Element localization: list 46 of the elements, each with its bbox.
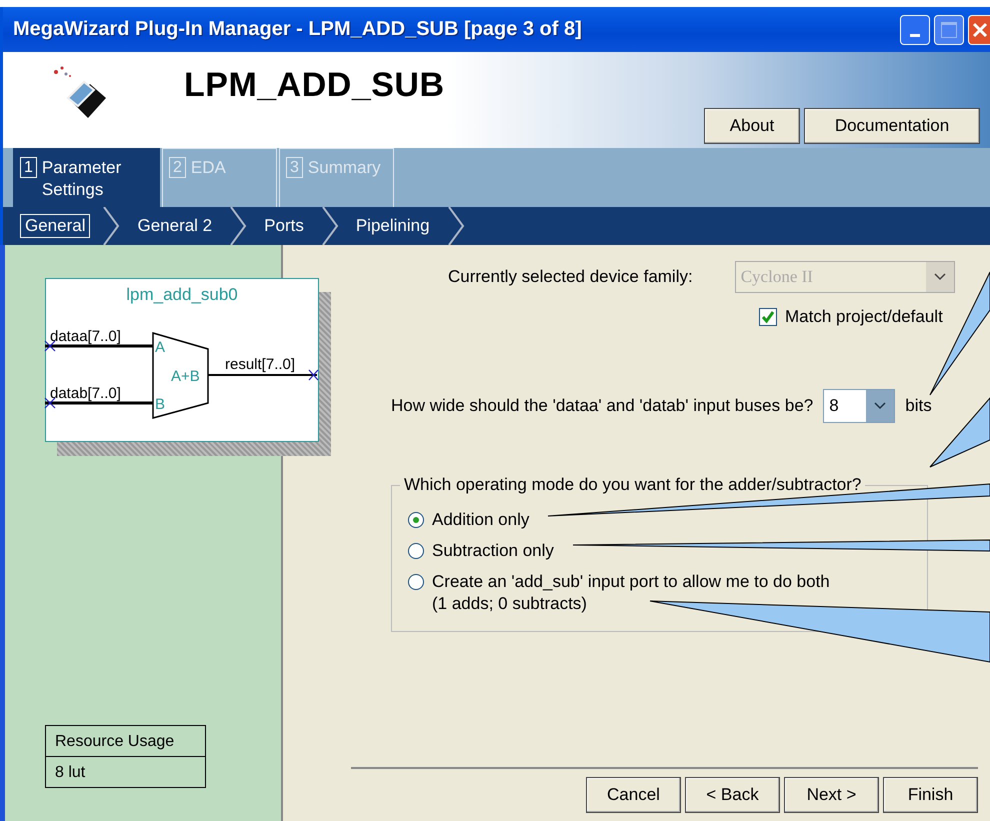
maximize-button[interactable] xyxy=(934,14,964,44)
footer-button[interactable]: Next > xyxy=(784,777,879,813)
pin-marker-icon xyxy=(308,369,319,381)
step-link[interactable]: Ports xyxy=(259,214,309,238)
checkbox-label: Match project/default xyxy=(785,307,943,327)
radio-button[interactable] xyxy=(408,543,424,559)
wizard-tab[interactable]: 1 Parameter Settings xyxy=(13,148,160,207)
radio-button[interactable] xyxy=(408,574,424,590)
radio-button[interactable] xyxy=(408,512,424,528)
chevron-icon xyxy=(446,207,465,245)
close-button[interactable] xyxy=(968,14,990,44)
table-header: Resource Usage xyxy=(46,726,205,757)
component-title: LPM_ADD_SUB xyxy=(184,66,445,106)
operation-label: A+B xyxy=(171,368,200,385)
field-label: Currently selected device family: xyxy=(448,267,693,287)
window-title: MegaWizard Plug-In Manager - LPM_ADD_SUB [page 3 of 8] xyxy=(13,18,583,41)
chevron-icon xyxy=(102,207,120,245)
chevron-icon xyxy=(320,207,339,245)
radio-label: Subtraction only xyxy=(432,541,554,561)
chevron-icon xyxy=(229,207,248,245)
step-link[interactable]: General 2 xyxy=(132,214,218,238)
footer-button[interactable]: < Back xyxy=(685,777,780,813)
pin-label: A xyxy=(155,339,166,356)
minimize-button[interactable] xyxy=(900,14,930,44)
radio-label: Create an 'add_sub' input port to allow me to do both xyxy=(432,572,830,592)
width-dropdown[interactable]: 8 xyxy=(823,389,896,423)
instance-name: lpm_add_sub0 xyxy=(126,285,238,304)
radio-label: Addition only xyxy=(432,510,530,530)
pin-label: B xyxy=(155,396,166,413)
port-label: dataa[7..0] xyxy=(50,328,121,345)
option-note: (1 adds; 0 subtracts) xyxy=(432,594,588,614)
question-text: How wide should the 'dataa' and 'datab' input buses be? xyxy=(391,396,814,416)
group-legend: Which operating mode do you want for the adder/subtractor? xyxy=(400,475,866,495)
header-button[interactable]: About xyxy=(704,108,800,144)
close-icon xyxy=(970,20,988,38)
step-link[interactable]: Pipelining xyxy=(350,214,435,238)
unit-label: bits xyxy=(905,396,932,416)
caret-icon xyxy=(934,273,946,281)
table-cell-text: 8 lut xyxy=(54,763,86,783)
port-label: result[7..0] xyxy=(225,356,296,373)
step-link[interactable]: General xyxy=(20,214,90,238)
header-button[interactable]: Documentation xyxy=(804,108,980,144)
footer-button[interactable]: Finish xyxy=(883,777,978,813)
footer-button[interactable]: Cancel xyxy=(586,777,681,813)
caret-icon xyxy=(874,402,886,410)
port-label: datab[7..0] xyxy=(50,385,121,402)
